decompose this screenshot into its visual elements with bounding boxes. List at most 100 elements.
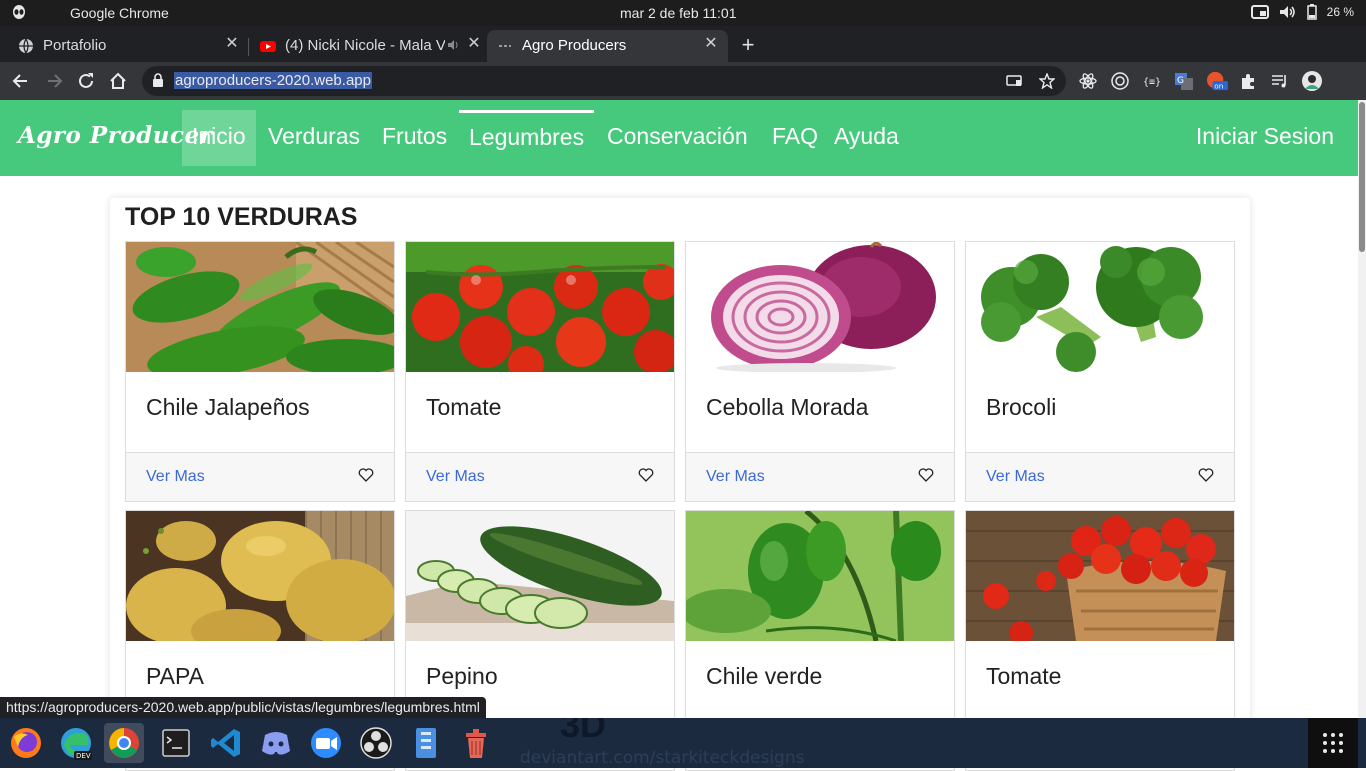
globe-icon: [19, 38, 33, 54]
obs-icon[interactable]: [356, 723, 396, 763]
scrollbar-thumb[interactable]: [1359, 102, 1365, 252]
dock: 3D deviantart.com/starkiteckdesigns DEV: [0, 718, 1366, 768]
tab-strip: Portafolio ✕ (4) Nicki Nicole - Mala V ✕…: [0, 26, 1366, 62]
volume-icon[interactable]: [1279, 5, 1297, 19]
tab-separator: [248, 38, 249, 56]
file-manager-icon[interactable]: [406, 723, 446, 763]
clock[interactable]: mar 2 de feb 11:01: [620, 5, 736, 21]
battery-icon[interactable]: [1306, 4, 1317, 20]
product-card: Cebolla Morada Ver Mas: [685, 241, 955, 502]
nav-link-ayuda[interactable]: Ayuda: [824, 110, 909, 166]
tab-portafolio[interactable]: Portafolio ✕: [8, 30, 249, 62]
site-navbar: Agro Producer Inicio Verduras Frutos Leg…: [0, 100, 1358, 176]
audio-playing-icon[interactable]: [447, 39, 461, 51]
youtube-icon: [260, 41, 276, 52]
cucumber-image: [406, 511, 674, 641]
ver-mas-link[interactable]: Ver Mas: [986, 468, 1045, 486]
home-icon[interactable]: [107, 70, 129, 92]
heart-icon[interactable]: [1198, 467, 1214, 483]
screen-icon[interactable]: [1250, 5, 1269, 19]
os-top-bar: Google Chrome mar 2 de feb 11:01 26 %: [0, 0, 1366, 26]
tab-agro-producers[interactable]: Agro Producers ✕: [487, 30, 728, 62]
red-onion-image: [686, 242, 954, 372]
svg-text:{≡}: {≡}: [1143, 77, 1161, 88]
lock-icon[interactable]: [152, 73, 164, 88]
tab-title: (4) Nicki Nicole - Mala V: [285, 37, 445, 54]
extensions-puzzle-icon[interactable]: [1238, 71, 1258, 91]
product-name: Pepino: [426, 663, 498, 689]
tomato-basket-image: [966, 511, 1234, 641]
product-card: Brocoli Ver Mas: [965, 241, 1235, 502]
product-name: Tomate: [426, 394, 502, 420]
bookmark-star-icon[interactable]: [1039, 73, 1055, 89]
login-link[interactable]: Iniciar Sesion: [1196, 110, 1334, 166]
close-icon[interactable]: ✕: [702, 35, 720, 53]
product-name: Chile verde: [706, 663, 823, 689]
heart-icon[interactable]: [918, 467, 934, 483]
react-devtools-icon[interactable]: [1078, 71, 1098, 91]
chrome-running-indicator[interactable]: [104, 723, 144, 763]
close-icon[interactable]: ✕: [223, 35, 241, 53]
target-extension-icon[interactable]: [1110, 71, 1130, 91]
trash-icon[interactable]: [456, 723, 496, 763]
product-name: Tomate: [986, 663, 1062, 689]
product-name: Chile Jalapeños: [146, 394, 310, 420]
system-tray[interactable]: 26 %: [1250, 4, 1354, 20]
product-name: PAPA: [146, 663, 204, 689]
ver-mas-link[interactable]: Ver Mas: [146, 468, 205, 486]
ver-mas-link[interactable]: Ver Mas: [706, 468, 765, 486]
nav-link-faq[interactable]: FAQ: [762, 110, 828, 166]
top-verduras-panel: TOP 10 VERDURAS Chile Jalapeños Ver Mas: [110, 198, 1250, 771]
svg-text:on: on: [1214, 81, 1223, 90]
reload-icon[interactable]: [75, 70, 97, 92]
forward-arrow-icon[interactable]: [43, 70, 65, 92]
alien-logo-icon[interactable]: [10, 4, 28, 22]
chrome-icon[interactable]: [104, 723, 144, 763]
nav-link-conservacion[interactable]: Conservación: [597, 110, 758, 166]
active-app-name[interactable]: Google Chrome: [70, 5, 169, 21]
profile-avatar-icon[interactable]: [1302, 71, 1322, 91]
broccoli-image: [966, 242, 1234, 372]
show-applications-button[interactable]: [1308, 718, 1358, 768]
zoom-icon[interactable]: [306, 723, 346, 763]
tomato-vine-image: [406, 242, 674, 372]
media-controls-icon[interactable]: [1270, 71, 1290, 91]
card-footer: Ver Mas: [406, 452, 674, 501]
page-scrollbar[interactable]: [1358, 100, 1366, 718]
browser-toolbar: agroproducers-2020.web.app {≡} G on: [0, 62, 1366, 100]
wallpaper-text: deviantart.com/starkiteckdesigns: [520, 748, 805, 768]
terminal-icon[interactable]: [156, 723, 196, 763]
potato-image: [126, 511, 394, 641]
tab-title: Portafolio: [43, 37, 107, 54]
translate-icon[interactable]: G: [1174, 71, 1194, 91]
nav-link-inicio[interactable]: Inicio: [182, 110, 256, 166]
nav-link-verduras[interactable]: Verduras: [258, 110, 370, 166]
heart-icon[interactable]: [638, 467, 654, 483]
page-icon: [499, 45, 511, 47]
nav-link-legumbres[interactable]: Legumbres: [459, 110, 595, 166]
firefox-icon[interactable]: [6, 723, 46, 763]
json-viewer-icon[interactable]: {≡}: [1142, 71, 1162, 91]
vscode-icon[interactable]: [206, 723, 246, 763]
nav-link-frutos[interactable]: Frutos: [372, 110, 457, 166]
product-card: Tomate Ver Mas: [405, 241, 675, 502]
product-card: Chile Jalapeños Ver Mas: [125, 241, 395, 502]
ver-mas-link[interactable]: Ver Mas: [426, 468, 485, 486]
cast-icon[interactable]: [1006, 73, 1022, 89]
new-tab-button[interactable]: +: [737, 34, 759, 57]
green-chile-plant-image: [686, 511, 954, 641]
color-picker-extension-icon[interactable]: on: [1204, 71, 1230, 91]
heart-icon[interactable]: [358, 467, 374, 483]
wallpaper-graphic: 3D: [560, 718, 607, 745]
url-text[interactable]: agroproducers-2020.web.app: [174, 72, 372, 89]
product-name: Brocoli: [986, 394, 1057, 420]
address-bar[interactable]: agroproducers-2020.web.app: [142, 66, 1066, 96]
jalapeno-image: [126, 242, 394, 372]
link-status-bubble: https://agroproducers-2020.web.app/publi…: [0, 697, 486, 718]
discord-icon[interactable]: [256, 723, 296, 763]
tab-title: Agro Producers: [522, 37, 627, 54]
tab-youtube[interactable]: (4) Nicki Nicole - Mala V ✕: [250, 30, 491, 62]
close-icon[interactable]: ✕: [465, 35, 483, 53]
back-arrow-icon[interactable]: [10, 70, 32, 92]
edge-dev-icon[interactable]: DEV: [56, 723, 96, 763]
